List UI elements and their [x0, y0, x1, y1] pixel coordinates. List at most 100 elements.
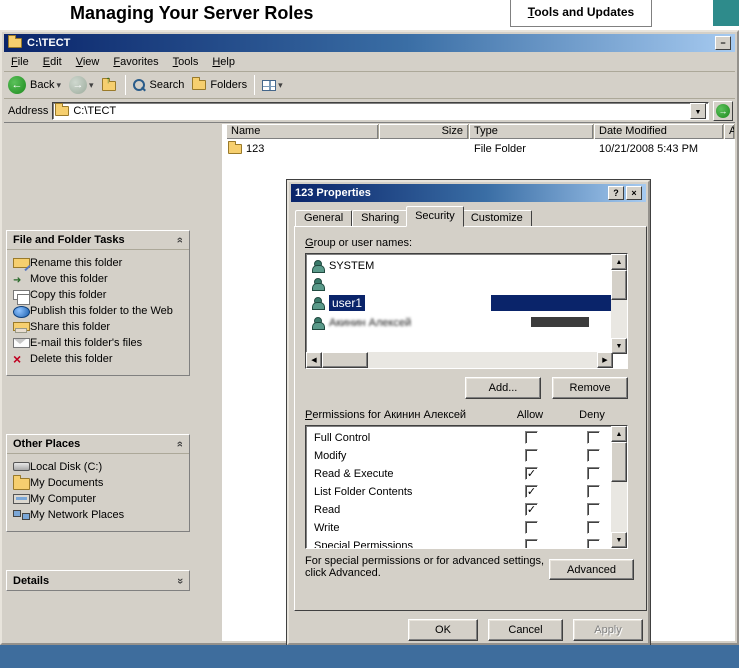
back-button[interactable]: Back — [4, 73, 65, 97]
scroll-down-button[interactable] — [611, 338, 627, 354]
perm-row-full-control[interactable]: Full Control — [306, 430, 627, 448]
scroll-down-button[interactable] — [611, 532, 627, 548]
menu-favorites[interactable]: Favorites — [106, 54, 165, 70]
tab-general[interactable]: General — [295, 210, 352, 227]
dialog-titlebar[interactable]: 123 Properties — [291, 184, 646, 202]
perm-row-read-execute[interactable]: Read & Execute — [306, 466, 627, 484]
deny-checkbox-modify[interactable] — [587, 449, 600, 462]
user-list-hscrollbar[interactable] — [306, 352, 613, 368]
allow-checkbox-read-execute[interactable] — [525, 467, 538, 480]
remove-button[interactable]: Remove — [552, 377, 628, 399]
add-button[interactable]: Add... — [465, 377, 541, 399]
task-move-folder[interactable]: Move this folder — [13, 273, 185, 286]
ok-button[interactable]: OK — [408, 619, 478, 641]
allow-checkbox-modify[interactable] — [525, 449, 538, 462]
scroll-thumb[interactable] — [322, 352, 368, 368]
tab-security[interactable]: Security — [406, 206, 464, 227]
file-name-cell[interactable]: 123 — [226, 143, 379, 155]
views-button[interactable] — [258, 73, 287, 97]
address-value[interactable]: C:\TECT — [73, 105, 690, 117]
toolbar: Back Search Folders — [4, 72, 735, 99]
task-copy-folder[interactable]: Copy this folder — [13, 289, 185, 302]
perm-list-vscrollbar[interactable] — [611, 426, 627, 548]
tab-sharing[interactable]: Sharing — [352, 210, 408, 227]
place-my-network-places[interactable]: My Network Places — [13, 509, 185, 522]
user-row-system[interactable]: SYSTEM — [308, 257, 374, 275]
forward-dropdown-icon[interactable] — [87, 79, 94, 91]
deny-checkbox-list-folder-contents[interactable] — [587, 485, 600, 498]
task-delete-folder[interactable]: Delete this folder — [13, 353, 185, 366]
bottom-blue-strip — [0, 645, 739, 668]
scroll-up-button[interactable] — [611, 254, 627, 270]
place-local-disk-c[interactable]: Local Disk (C:) — [13, 461, 185, 474]
allow-checkbox-write[interactable] — [525, 521, 538, 534]
forward-button[interactable] — [65, 73, 98, 97]
task-rename-folder[interactable]: Rename this folder — [13, 257, 185, 270]
help-button[interactable] — [608, 186, 624, 200]
scroll-up-button[interactable] — [611, 426, 627, 442]
explorer-titlebar[interactable]: C:\TECT — [4, 34, 735, 52]
user-list-vscrollbar[interactable] — [611, 254, 627, 354]
other-places-header[interactable]: Other Places — [7, 435, 189, 454]
menu-file[interactable]: File — [4, 54, 36, 70]
menu-help[interactable]: Help — [205, 54, 242, 70]
column-header-attributes[interactable]: Attributes — [724, 124, 735, 139]
task-share-folder[interactable]: Share this folder — [13, 321, 185, 334]
tab-customize[interactable]: Customize — [462, 210, 532, 227]
column-header-date-modified[interactable]: Date Modified — [594, 124, 724, 139]
expand-icon[interactable] — [177, 575, 183, 587]
file-row-123[interactable]: 123 File Folder 10/21/2008 5:43 PM — [226, 141, 735, 157]
deny-checkbox-special-permissions[interactable] — [587, 539, 600, 549]
task-email-files[interactable]: E-mail this folder's files — [13, 337, 185, 350]
up-button[interactable] — [98, 73, 122, 97]
go-icon — [716, 104, 730, 118]
perm-row-write[interactable]: Write — [306, 520, 627, 538]
file-folder-tasks-header[interactable]: File and Folder Tasks — [7, 231, 189, 250]
place-my-documents[interactable]: My Documents — [13, 477, 185, 490]
back-dropdown-icon[interactable] — [54, 79, 61, 91]
allow-checkbox-special-permissions[interactable] — [525, 539, 538, 549]
permissions-list[interactable]: Full Control Modify Read & Execute List … — [305, 425, 628, 549]
minimize-button[interactable] — [715, 36, 731, 50]
tab-tools-and-updates[interactable]: Tools and Updates — [510, 0, 652, 27]
details-header[interactable]: Details — [7, 571, 189, 590]
scroll-left-button[interactable] — [306, 352, 322, 368]
views-dropdown-icon[interactable] — [276, 79, 283, 91]
place-my-computer[interactable]: My Computer — [13, 493, 185, 506]
deny-checkbox-read-execute[interactable] — [587, 467, 600, 480]
search-button[interactable]: Search — [129, 73, 189, 97]
cancel-button[interactable]: Cancel — [488, 619, 563, 641]
go-button[interactable] — [713, 101, 733, 121]
advanced-button[interactable]: Advanced — [549, 559, 634, 580]
allow-checkbox-read[interactable] — [525, 503, 538, 516]
address-dropdown-button[interactable] — [690, 103, 706, 119]
collapse-icon[interactable] — [177, 438, 183, 450]
deny-checkbox-full-control[interactable] — [587, 431, 600, 444]
perm-row-list-folder-contents[interactable]: List Folder Contents — [306, 484, 627, 502]
task-publish-folder[interactable]: Publish this folder to the Web — [13, 305, 185, 318]
user-row-redacted[interactable] — [308, 275, 329, 293]
group-user-names-list[interactable]: SYSTEM user1 Акинин Алексей — [305, 253, 628, 369]
allow-checkbox-full-control[interactable] — [525, 431, 538, 444]
perm-row-read[interactable]: Read — [306, 502, 627, 520]
close-button[interactable] — [626, 186, 642, 200]
deny-checkbox-write[interactable] — [587, 521, 600, 534]
user-row-user1-selected[interactable]: user1 — [308, 294, 365, 312]
column-header-type[interactable]: Type — [469, 124, 594, 139]
perm-row-modify[interactable]: Modify — [306, 448, 627, 466]
scroll-thumb[interactable] — [611, 270, 627, 300]
perm-row-special-permissions[interactable]: Special Permissions — [306, 538, 627, 549]
deny-checkbox-read[interactable] — [587, 503, 600, 516]
scroll-thumb[interactable] — [611, 442, 627, 482]
folders-button[interactable]: Folders — [188, 73, 251, 97]
user-row-akinin[interactable]: Акинин Алексей — [308, 314, 411, 332]
column-header-size[interactable]: Size — [379, 124, 469, 139]
menu-tools[interactable]: Tools — [166, 54, 206, 70]
allow-checkbox-list-folder-contents[interactable] — [525, 485, 538, 498]
collapse-icon[interactable] — [177, 234, 183, 246]
address-field[interactable]: C:\TECT — [52, 102, 709, 120]
column-header-name[interactable]: Name — [226, 124, 379, 139]
menu-view[interactable]: View — [69, 54, 107, 70]
scroll-right-button[interactable] — [597, 352, 613, 368]
menu-edit[interactable]: Edit — [36, 54, 69, 70]
